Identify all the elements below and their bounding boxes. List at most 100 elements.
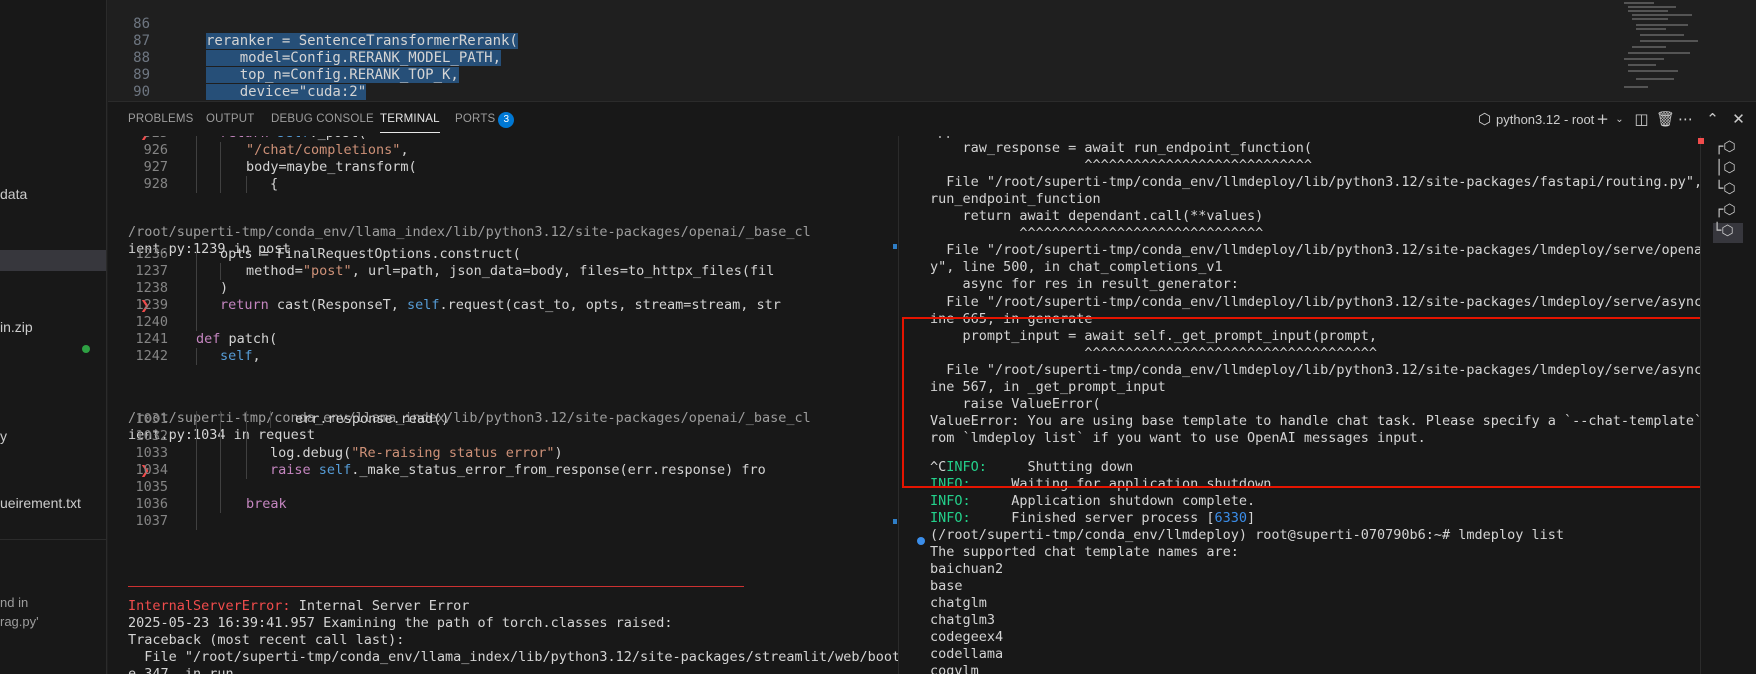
modified-dot-icon <box>82 345 90 353</box>
code-text: err.response.read() <box>295 411 450 427</box>
notification-text: nd in <box>0 595 29 610</box>
tab-debug-console[interactable]: DEBUG CONSOLE <box>271 102 374 137</box>
trace-code-line: 1035 <box>108 479 898 496</box>
terminal-list-item-icon[interactable]: │⬡ <box>1715 160 1745 180</box>
log-line: baichuan2 <box>930 561 1004 577</box>
tab-ports[interactable]: PORTS 3 <box>455 102 515 137</box>
trace-code-line: 927 body=maybe_transform( <box>108 159 898 176</box>
line-number: 1034 <box>135 462 168 478</box>
highlight-annotation-box <box>902 317 1734 488</box>
tab-output[interactable]: OUTPUT <box>206 102 254 137</box>
trace-code-line: 1241 def patch( <box>108 331 898 348</box>
more-actions-icon[interactable]: ⋯ <box>1677 111 1694 128</box>
log-line: File "/root/superti-tmp/conda_env/llmdep… <box>946 242 1700 259</box>
editor-line: 89 device="cuda:2" <box>108 50 1608 100</box>
trace-code-line: 1237 method="post", url=path, json_data=b… <box>108 263 898 280</box>
log-line: chatglm3 <box>930 612 996 628</box>
chevron-down-icon[interactable]: ⌄ <box>1611 111 1628 128</box>
code-editor[interactable]: 86 reranker = SentenceTransformerRerank(… <box>108 0 1756 117</box>
error-marker <box>1698 138 1704 144</box>
error-separator <box>128 586 744 587</box>
trace-code-line: 926 "/chat/completions", <box>108 142 898 159</box>
line-number: 90 <box>133 84 150 100</box>
log-line: raw_response = await run_endpoint_functi… <box>930 140 1313 157</box>
trace-code-line: 1032 <box>108 428 898 445</box>
explorer-item[interactable]: in.zip <box>0 317 33 337</box>
log-line: INFO: Application shutdown complete. <box>930 493 1256 509</box>
close-panel-icon[interactable]: ✕ <box>1730 111 1747 128</box>
trace-code-line: 1240 <box>108 314 898 331</box>
trace-code-line: 1236 opts = FinalRequestOptions.construct… <box>108 246 898 263</box>
code-text: method="post", url=path, json_data=body,… <box>246 263 775 279</box>
terminal-left[interactable]: ❯925return self._post(926"/chat/completi… <box>108 136 898 674</box>
maximize-panel-icon[interactable]: ⌃ <box>1704 111 1721 128</box>
code-text: "/chat/completions", <box>246 142 409 158</box>
line-number: 1035 <box>135 479 168 495</box>
code-text: raise self._make_status_error_from_respo… <box>270 462 766 478</box>
log-line: run_endpoint_function <box>930 191 1101 208</box>
trace-code-line: 1036 break <box>108 496 898 513</box>
log-line: cogvlm <box>930 663 979 674</box>
explorer-item[interactable]: y <box>0 426 7 446</box>
terminal-list-item-icon[interactable]: └⬡ <box>1713 223 1743 243</box>
code-text: opts = FinalRequestOptions.construct( <box>220 246 521 262</box>
line-number: 926 <box>143 142 168 158</box>
sidebar-divider <box>0 539 106 540</box>
add-terminal-icon[interactable]: + <box>1594 111 1611 128</box>
trace-path: /root/superti-tmp/conda_env/llama_index/… <box>128 224 811 240</box>
tab-terminal[interactable]: TERMINAL <box>380 102 440 137</box>
line-number: 928 <box>143 176 168 192</box>
line-number: 1237 <box>135 263 168 279</box>
log-line: File "/root/superti-tmp/conda_env/llmdep… <box>946 293 1700 310</box>
editor-line: 86 reranker = SentenceTransformerRerank( <box>108 0 1608 49</box>
log-line: chatglm <box>930 595 987 611</box>
terminal-tabs-list: ┌⬡ │⬡ └⬡ ┌⬡ └⬡ <box>1700 136 1756 674</box>
tab-problems[interactable]: PROBLEMS <box>128 102 194 137</box>
trace-code-line: 1033 log.debug("Re-raising status error") <box>108 445 898 462</box>
terminal-list-item-icon[interactable]: ┌⬡ <box>1715 202 1745 222</box>
log-line: codellama <box>930 646 1004 662</box>
code-text: device="cuda:2" <box>206 84 367 100</box>
command-decoration-icon[interactable] <box>917 537 925 545</box>
trace-code-line: 1238) <box>108 280 898 297</box>
error-line: InternalServerError: Internal Server Err… <box>128 598 470 614</box>
line-number: 1036 <box>135 496 168 512</box>
explorer-item[interactable]: data <box>0 184 27 204</box>
line-number: 1031 <box>135 411 168 427</box>
trace-code-line: ❯ 1239 return cast(ResponseT, self.request… <box>108 297 898 314</box>
trace-code-line: 1242 self, <box>108 348 898 365</box>
terminal-list-item-icon[interactable]: └⬡ <box>1715 181 1745 201</box>
explorer-selected-row[interactable] <box>0 250 106 271</box>
split-terminal-icon[interactable]: ◫ <box>1633 111 1650 128</box>
notification-text: rag.py' <box>0 614 39 629</box>
log-line: y", line 500, in chat_completions_v1 <box>930 259 1223 276</box>
code-text: self, <box>220 348 261 364</box>
trash-icon[interactable]: 🗑 <box>1656 111 1675 128</box>
log-line: The supported chat template names are: <box>930 544 1239 560</box>
explorer-sidebar: data in.zip y ueirement.txt nd in rag.py… <box>0 0 107 674</box>
line-number: 1236 <box>135 246 168 262</box>
line-number: 1242 <box>135 348 168 364</box>
code-text: body=maybe_transform( <box>246 159 417 175</box>
line-number: 1037 <box>135 513 168 529</box>
code-text: { <box>270 176 279 192</box>
editor-line: 88 top_n=Config.RERANK_TOP_K, <box>108 33 1608 83</box>
log-line: INFO: Finished server process [6330] <box>930 510 1256 526</box>
trace-code-line: 928 { <box>108 176 898 193</box>
line-number: 1241 <box>135 331 168 347</box>
code-text: log.debug("Re-raising status error") <box>270 445 563 461</box>
terminal-icon: ⬡ <box>1477 110 1492 128</box>
panel-header: PROBLEMS OUTPUT DEBUG CONSOLE TERMINAL P… <box>108 101 1756 136</box>
line-number: 927 <box>143 159 168 175</box>
log-line: Traceback (most recent call last): <box>128 632 405 648</box>
code-text: ) <box>220 280 229 296</box>
terminal-list-item-icon[interactable]: ┌⬡ <box>1715 139 1745 159</box>
code-text: break <box>246 496 287 512</box>
editor-line: 90 ) <box>108 67 1608 117</box>
minimap[interactable] <box>1616 0 1726 101</box>
explorer-item[interactable]: ueirement.txt <box>0 493 81 513</box>
log-line: codegeex4 <box>930 629 1004 645</box>
log-line: async for res in result_generator: <box>930 276 1239 293</box>
trace-code-line: 1037 <box>108 513 898 530</box>
terminal-name[interactable]: python3.12 - root <box>1496 102 1594 137</box>
